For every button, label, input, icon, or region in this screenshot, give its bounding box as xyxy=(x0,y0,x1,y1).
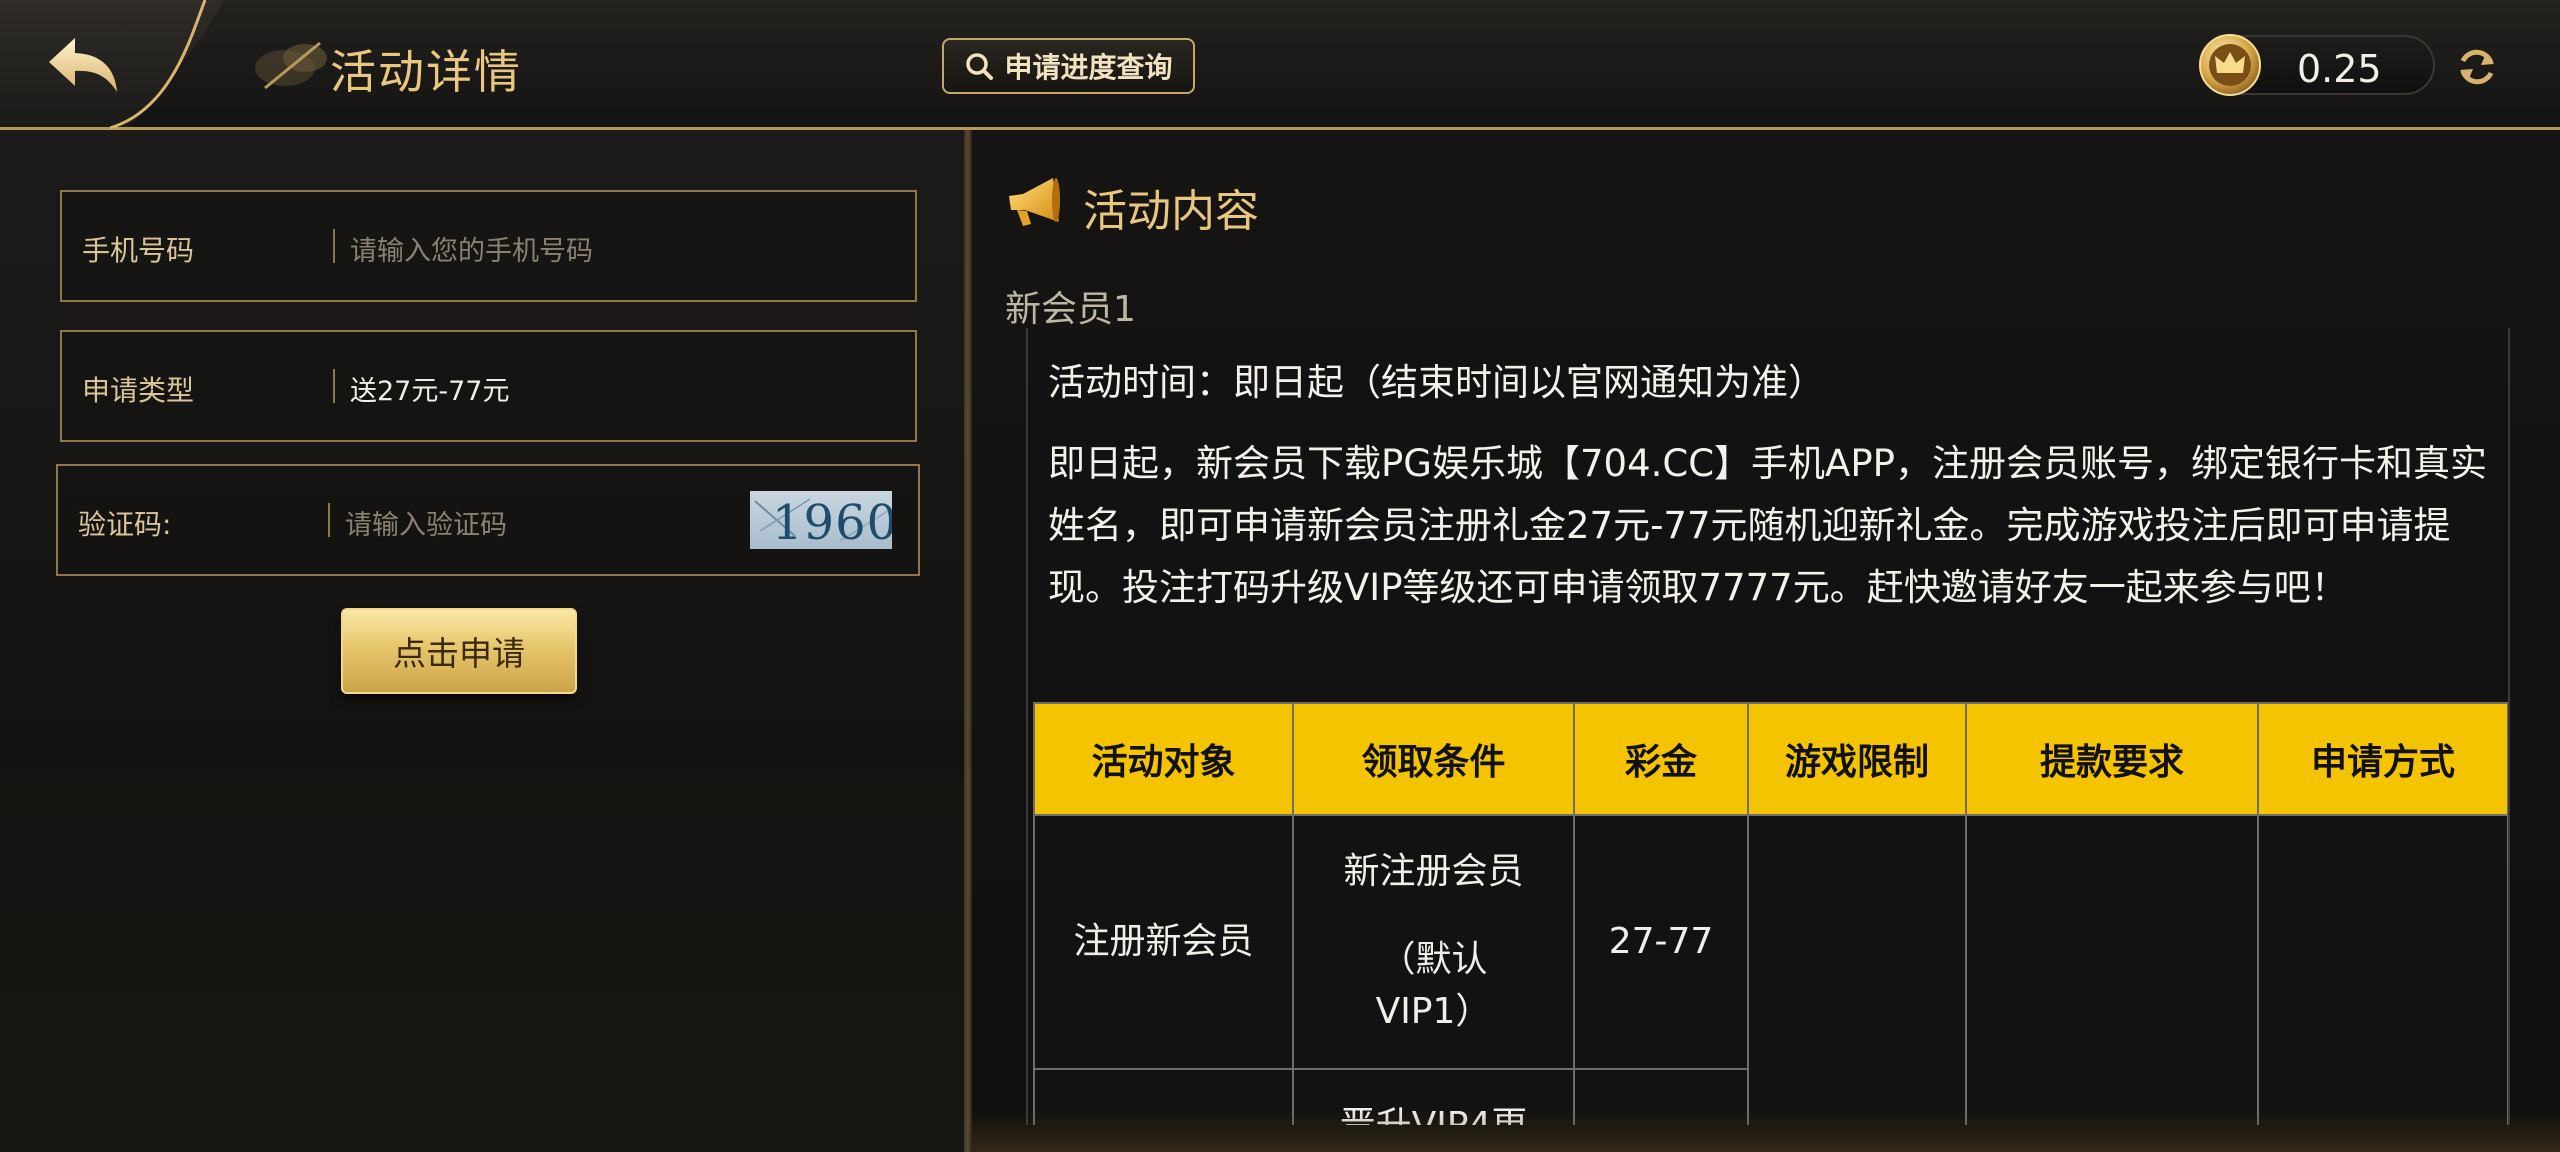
cell-withdraw-requirement xyxy=(1965,814,2259,1125)
crown-coin-icon xyxy=(2199,34,2261,96)
header-target: 活动对象 xyxy=(1033,702,1294,816)
condition-line-3: VIP1） xyxy=(1375,991,1492,1032)
phone-label: 手机号码 xyxy=(82,234,195,267)
header-game-limit: 游戏限制 xyxy=(1747,702,1967,816)
activity-description: 即日起，新会员下载PG娱乐城【704.CC】手机APP，注册会员账号，绑定银行卡… xyxy=(1048,442,2487,609)
rules-table: 活动对象 领取条件 彩金 游戏限制 提款要求 申请方式 注册新会员 新注册会员 … xyxy=(1033,702,2508,1125)
activity-detail-box: 活动时间：即日起（结束时间以官网通知为准） 即日起，新会员下载PG娱乐城【704… xyxy=(1026,328,2510,1125)
megaphone-icon xyxy=(1009,178,1060,226)
captcha-text: 1960 xyxy=(772,495,892,549)
header-condition: 领取条件 xyxy=(1292,702,1575,816)
apply-type-field[interactable]: 申请类型 送27元-77元 xyxy=(60,330,917,442)
cell-target: 注册新会员 xyxy=(1033,814,1294,1070)
balance-display: 0.25 xyxy=(2199,34,2435,96)
cell-bonus: 27-77 xyxy=(1573,814,1749,1070)
cell-condition: 新注册会员 （默认 VIP1） xyxy=(1292,814,1575,1070)
phone-separator xyxy=(333,229,335,263)
back-arrow-icon xyxy=(49,38,117,92)
top-bar: 活动详情 申请进度查询 0.25 xyxy=(0,0,2560,130)
condition-line-2: （默认 xyxy=(1379,939,1488,980)
header-arc-decoration xyxy=(110,0,207,130)
search-icon xyxy=(966,53,994,80)
captcha-input[interactable]: 请输入验证码 xyxy=(345,503,507,542)
moth-decoration-icon xyxy=(255,41,327,90)
content-title: 活动内容 xyxy=(1083,186,1259,237)
back-button[interactable] xyxy=(45,34,125,96)
refresh-icon[interactable] xyxy=(2453,43,2501,91)
balance-value: 0.25 xyxy=(2297,47,2382,91)
table-row: 注册新会员 新注册会员 （默认 VIP1） 27-77 xyxy=(1033,814,2508,1125)
header-apply-method: 申请方式 xyxy=(2257,702,2508,816)
table-header-row: 活动对象 领取条件 彩金 游戏限制 提款要求 申请方式 xyxy=(1033,702,2508,816)
progress-query-button[interactable]: 申请进度查询 xyxy=(942,38,1195,94)
page-title: 活动详情 xyxy=(330,45,522,99)
header-bonus: 彩金 xyxy=(1573,702,1749,816)
progress-query-label: 申请进度查询 xyxy=(1004,51,1173,84)
captcha-separator xyxy=(328,503,330,537)
condition-line-1: 新注册会员 xyxy=(1343,851,1524,892)
apply-type-label: 申请类型 xyxy=(82,374,195,407)
panel-divider xyxy=(964,130,972,1152)
apply-type-select[interactable]: 送27元-77元 xyxy=(350,369,509,408)
phone-input[interactable]: 请输入您的手机号码 xyxy=(350,229,593,268)
apply-type-separator xyxy=(333,369,335,403)
bottom-glow-decoration xyxy=(972,1110,2560,1152)
header-withdraw-requirement: 提款要求 xyxy=(1965,702,2259,816)
phone-field[interactable]: 手机号码 请输入您的手机号码 xyxy=(60,190,917,302)
condition-gap xyxy=(1295,898,1572,934)
cell-apply-method xyxy=(2257,814,2508,1125)
section-label: 新会员1 xyxy=(1005,289,1136,330)
submit-apply-button[interactable]: 点击申请 xyxy=(341,608,577,694)
captcha-image[interactable]: 1960 xyxy=(750,491,892,549)
captcha-label: 验证码: xyxy=(78,508,172,541)
activity-time: 活动时间：即日起（结束时间以官网通知为准） xyxy=(1048,361,1825,404)
cell-game-limit xyxy=(1747,814,1967,1125)
